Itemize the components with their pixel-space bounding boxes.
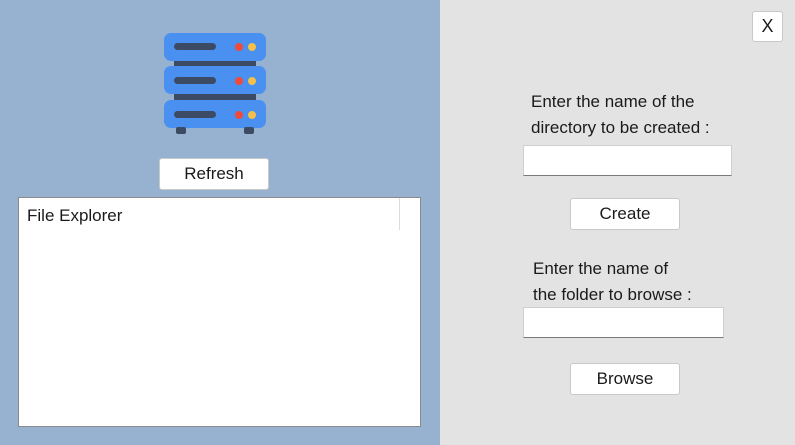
left-panel: Refresh File Explorer [0, 0, 440, 445]
browse-button[interactable]: Browse [570, 363, 680, 395]
directory-prompt-line1: Enter the name of the [531, 92, 695, 111]
folder-name-input[interactable] [523, 307, 724, 338]
folder-prompt-line1: Enter the name of [533, 259, 669, 278]
directory-name-input[interactable] [523, 145, 732, 176]
create-button[interactable]: Create [570, 198, 680, 230]
close-button[interactable]: X [752, 11, 783, 42]
file-explorer-header: File Explorer [19, 198, 400, 230]
refresh-button[interactable]: Refresh [159, 158, 269, 190]
directory-prompt-line2: directory to be created : [531, 118, 710, 137]
folder-prompt-line2: the folder to browse : [533, 285, 692, 304]
file-explorer-list[interactable]: File Explorer [18, 197, 421, 427]
server-icon [164, 33, 266, 134]
